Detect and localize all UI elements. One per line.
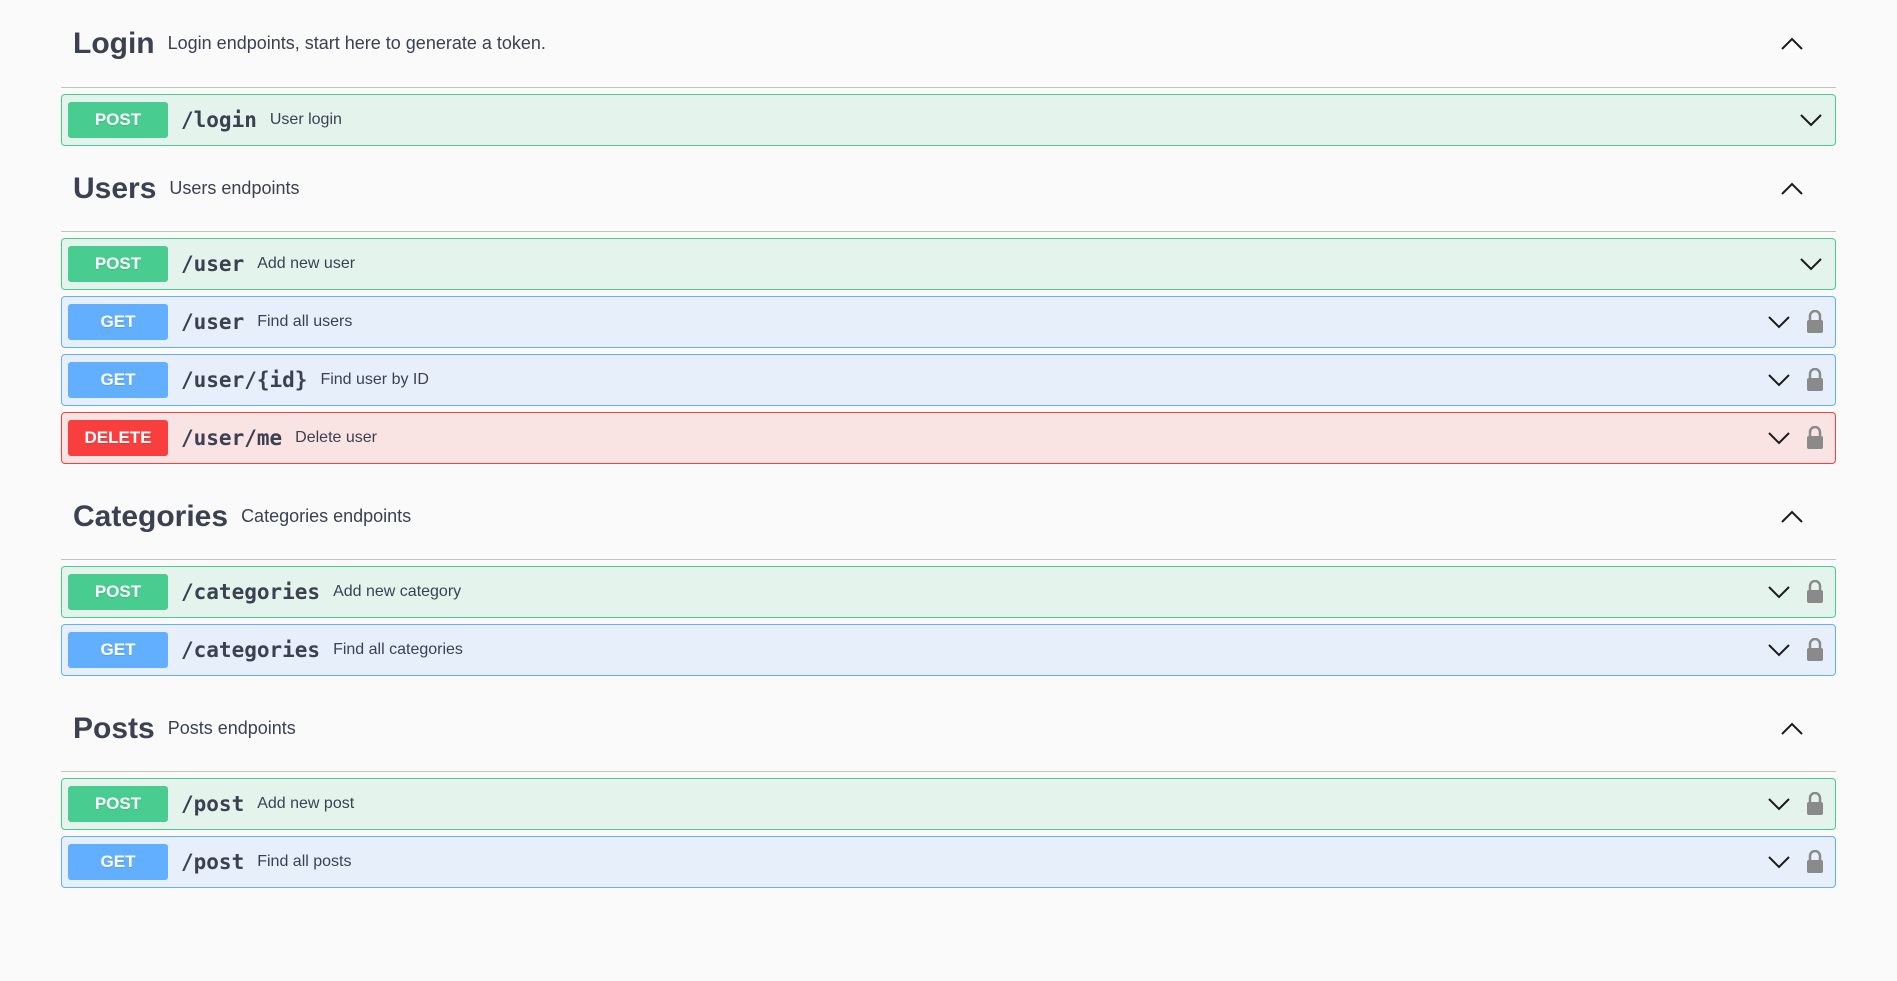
chevron-down-icon[interactable] [1765, 424, 1793, 452]
endpoint-path: /categories [181, 638, 321, 662]
opblock-post-login[interactable]: POST /login User login [61, 94, 1836, 146]
chevron-down-icon[interactable] [1765, 308, 1793, 336]
tag-description: Posts endpoints [167, 718, 296, 738]
method-badge: GET [68, 362, 168, 398]
tag-section-login: Login Login endpoints, start here to gen… [61, 0, 1836, 146]
chevron-down-icon[interactable] [1765, 636, 1793, 664]
endpoint-summary: Find all posts [257, 853, 352, 870]
operation-icons [1765, 837, 1835, 887]
opblock-get-user-id[interactable]: GET /user/{id} Find user by ID [61, 354, 1836, 406]
endpoint-summary: Delete user [295, 429, 377, 446]
operation-icons [1765, 413, 1835, 463]
opblock-post-post[interactable]: POST /post Add new post [61, 778, 1836, 830]
lock-icon[interactable] [1803, 578, 1827, 606]
opblock-delete-user-me[interactable]: DELETE /user/me Delete user [61, 412, 1836, 464]
operation-icons [1797, 95, 1835, 145]
operation-icons [1765, 567, 1835, 617]
lock-icon[interactable] [1803, 636, 1827, 664]
tag-description: Login endpoints, start here to generate … [167, 33, 546, 53]
chevron-down-icon[interactable] [1765, 366, 1793, 394]
opblock-post-categories[interactable]: POST /categories Add new category [61, 566, 1836, 618]
method-badge: DELETE [68, 420, 168, 456]
opblock-get-categories[interactable]: GET /categories Find all categories [61, 624, 1836, 676]
chevron-up-icon[interactable] [1780, 32, 1804, 56]
operation-icons [1765, 625, 1835, 675]
endpoint-summary: Add new category [333, 583, 462, 600]
swagger-page: Login Login endpoints, start here to gen… [0, 0, 1897, 981]
operations-container: Login Login endpoints, start here to gen… [61, 0, 1836, 906]
tag-header-users[interactable]: Users Users endpoints [61, 146, 1836, 232]
method-badge: GET [68, 844, 168, 880]
lock-icon[interactable] [1803, 366, 1827, 394]
tag-name: Categories [73, 499, 229, 533]
lock-icon[interactable] [1803, 790, 1827, 818]
lock-icon[interactable] [1803, 308, 1827, 336]
tag-name: Posts [73, 711, 155, 745]
tag-section-posts: Posts Posts endpoints POST /post Add new… [61, 676, 1836, 888]
opblock-get-user[interactable]: GET /user Find all users [61, 296, 1836, 348]
endpoint-path: /user [181, 252, 245, 276]
operation-icons [1765, 779, 1835, 829]
tag-header-login[interactable]: Login Login endpoints, start here to gen… [61, 0, 1836, 88]
tag-header-posts[interactable]: Posts Posts endpoints [61, 676, 1836, 772]
lock-icon[interactable] [1803, 848, 1827, 876]
method-badge: POST [68, 574, 168, 610]
chevron-down-icon[interactable] [1765, 578, 1793, 606]
endpoint-summary: Add new post [257, 795, 355, 812]
method-badge: POST [68, 246, 168, 282]
method-badge: GET [68, 304, 168, 340]
tag-header-categories[interactable]: Categories Categories endpoints [61, 464, 1836, 560]
tag-description: Users endpoints [169, 178, 300, 198]
chevron-down-icon[interactable] [1797, 106, 1825, 134]
endpoint-path: /post [181, 850, 245, 874]
operation-icons [1765, 355, 1835, 405]
method-badge: POST [68, 786, 168, 822]
endpoint-path: /user/me [181, 426, 283, 450]
endpoint-summary: User login [269, 111, 342, 128]
method-badge: GET [68, 632, 168, 668]
tag-section-categories: Categories Categories endpoints POST /ca… [61, 464, 1836, 676]
endpoint-path: /user/{id} [181, 368, 308, 392]
method-badge: POST [68, 102, 168, 138]
endpoint-summary: Add new user [257, 255, 356, 272]
endpoint-summary: Find all categories [333, 641, 463, 658]
chevron-down-icon[interactable] [1765, 848, 1793, 876]
chevron-down-icon[interactable] [1797, 250, 1825, 278]
chevron-up-icon[interactable] [1780, 717, 1804, 741]
lock-icon[interactable] [1803, 424, 1827, 452]
tag-name: Users [73, 171, 157, 205]
endpoint-path: /post [181, 792, 245, 816]
operation-icons [1765, 297, 1835, 347]
tag-section-users: Users Users endpoints POST /user Add new… [61, 146, 1836, 464]
endpoint-summary: Find user by ID [320, 371, 429, 388]
opblock-post-user[interactable]: POST /user Add new user [61, 238, 1836, 290]
chevron-up-icon[interactable] [1780, 177, 1804, 201]
endpoint-path: /user [181, 310, 245, 334]
endpoint-summary: Find all users [257, 313, 353, 330]
chevron-down-icon[interactable] [1765, 790, 1793, 818]
endpoint-path: /login [181, 108, 257, 132]
tag-name: Login [73, 26, 155, 60]
tag-description: Categories endpoints [241, 506, 412, 526]
opblock-get-post[interactable]: GET /post Find all posts [61, 836, 1836, 888]
chevron-up-icon[interactable] [1780, 505, 1804, 529]
operation-icons [1797, 239, 1835, 289]
endpoint-path: /categories [181, 580, 321, 604]
